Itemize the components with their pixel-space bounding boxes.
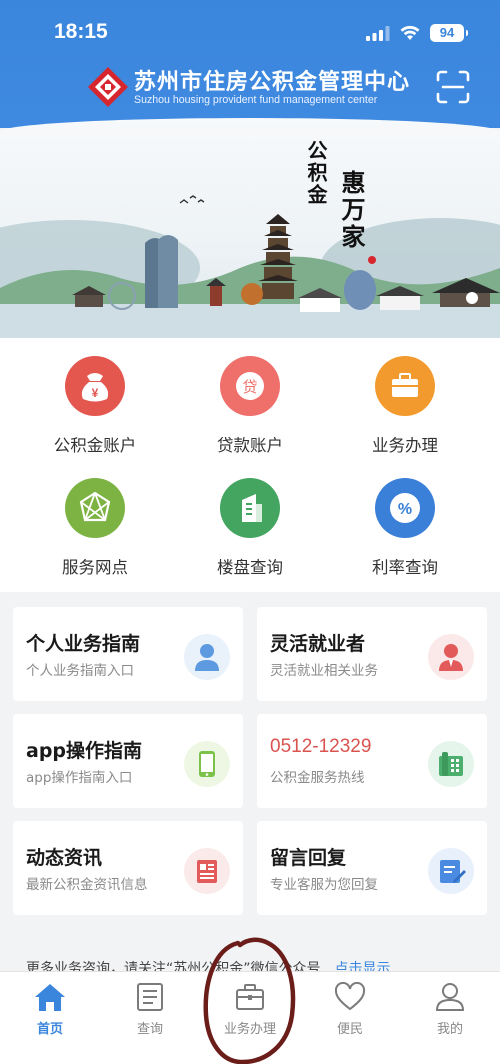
query-icon (137, 983, 163, 1011)
card-title: 留言回复 (270, 847, 347, 869)
money-bag-icon: ¥ (65, 356, 125, 416)
card-app-guide[interactable]: app操作指南 app操作指南入口 (13, 714, 243, 808)
briefcase-icon (236, 984, 264, 1010)
status-bar: 18:15 94 (0, 0, 500, 56)
card-subtitle: 个人业务指南入口 (26, 663, 134, 679)
card-flexible-employment[interactable]: 灵活就业者 灵活就业相关业务 (257, 607, 487, 701)
wifi-icon (400, 25, 420, 40)
svg-text:贷: 贷 (242, 378, 257, 396)
phone-icon (184, 741, 230, 787)
menu-label: 楼盘查询 (217, 558, 283, 577)
tab-label: 便民 (336, 1022, 363, 1037)
card-hotline[interactable]: 0512-12329 公积金服务热线 (257, 714, 487, 808)
percent-icon: % (375, 478, 435, 538)
tab-mine[interactable]: 我的 (400, 972, 500, 1042)
menu-label: 利率查询 (372, 558, 438, 577)
card-title: app操作指南 (26, 740, 143, 762)
tab-label: 首页 (36, 1022, 63, 1037)
menu-service-outlets[interactable]: 服务网点 (30, 460, 160, 577)
tab-convenience[interactable]: 便民 (300, 972, 400, 1042)
loan-icon: 贷 (220, 356, 280, 416)
briefcase-icon (375, 356, 435, 416)
tab-business[interactable]: 业务办理 (200, 972, 300, 1042)
banner-slogan-line1: 公积金 (304, 140, 328, 206)
cellular-signal-icon (366, 26, 390, 41)
person-icon (184, 634, 230, 680)
user-icon (435, 983, 465, 1011)
card-subtitle: 最新公积金资讯信息 (26, 877, 148, 893)
card-title: 个人业务指南 (26, 633, 141, 655)
message-icon (428, 848, 474, 894)
card-title: 灵活就业者 (270, 633, 366, 655)
card-subtitle: app操作指南入口 (26, 770, 133, 786)
suzhou-skyline-illustration (0, 195, 500, 338)
menu-label: 服务网点 (62, 558, 128, 577)
tab-label: 查询 (136, 1022, 163, 1037)
card-personal-guide[interactable]: 个人业务指南 个人业务指南入口 (13, 607, 243, 701)
menu-business[interactable]: 业务办理 (340, 338, 470, 455)
telephone-icon (428, 741, 474, 787)
menu-loan-account[interactable]: 贷 贷款账户 (185, 338, 315, 455)
banner-slogan-line2: 惠万家 (337, 170, 366, 251)
card-subtitle: 灵活就业相关业务 (270, 663, 378, 679)
org-name: 苏州市住房公积金管理中心 (134, 69, 411, 95)
hotline-number: 0512-12329 (270, 736, 372, 757)
tab-query[interactable]: 查询 (100, 972, 200, 1042)
menu-label: 公积金账户 (53, 436, 137, 455)
home-icon (35, 984, 65, 1011)
menu-fund-account[interactable]: ¥ 公积金账户 (30, 338, 160, 455)
svg-text:¥: ¥ (92, 386, 99, 400)
banner-image[interactable]: 公积金 惠万家 (0, 118, 500, 338)
network-icon (65, 478, 125, 538)
org-name-en: Suzhou housing provident fund management… (134, 94, 378, 106)
card-messages[interactable]: 留言回复 专业客服为您回复 (257, 821, 487, 915)
menu-label: 贷款账户 (217, 436, 283, 455)
menu-property-query[interactable]: 楼盘查询 (185, 460, 315, 577)
tab-home[interactable]: 首页 (0, 972, 100, 1042)
card-subtitle: 专业客服为您回复 (270, 877, 378, 893)
heart-icon (334, 982, 366, 1011)
tab-label: 我的 (436, 1022, 463, 1037)
header-bar: 18:15 94 苏州市住房公积金管理中心 Suzhou housing pro… (0, 0, 500, 128)
tab-label: 业务办理 (223, 1022, 276, 1037)
bottom-tab-bar: 首页 查询 业务办理 便民 我的 (0, 971, 500, 1064)
card-subtitle: 公积金服务热线 (270, 770, 365, 786)
news-icon (184, 848, 230, 894)
scan-icon[interactable] (436, 70, 470, 104)
card-news[interactable]: 动态资讯 最新公积金资讯信息 (13, 821, 243, 915)
menu-rate-query[interactable]: % 利率查询 (340, 460, 470, 577)
status-time: 18:15 (54, 20, 108, 43)
svg-text:%: % (398, 501, 412, 518)
battery-indicator: 94 (430, 24, 468, 42)
card-title: 动态资讯 (26, 847, 103, 869)
quick-menu-grid: ¥ 公积金账户 贷 贷款账户 业务办理 服务网点 楼盘查询 % 利率查询 (0, 338, 500, 592)
worker-icon (428, 634, 474, 680)
fund-center-logo-icon (88, 67, 128, 107)
menu-label: 业务办理 (372, 436, 438, 455)
building-icon (220, 478, 280, 538)
